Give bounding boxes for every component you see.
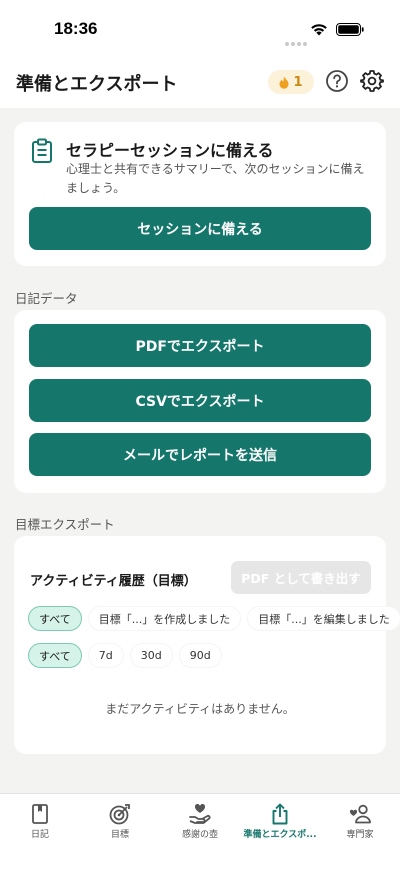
export-pdf-button[interactable]: PDFでエクスポート <box>29 324 371 367</box>
target-icon <box>109 804 130 825</box>
status-time: 18:36 <box>54 19 98 38</box>
heart-hand-icon <box>189 803 211 824</box>
export-csv-button[interactable]: CSVでエクスポート <box>29 379 371 422</box>
goals-section-label: 目標エクスポート <box>15 517 115 532</box>
tab-professionals[interactable]: 専門家 <box>320 794 400 854</box>
help-icon[interactable] <box>325 69 349 93</box>
battery-icon <box>336 23 364 36</box>
people-icon <box>349 804 371 824</box>
export-goals-pdf-button[interactable]: PDF として書き出す <box>231 561 371 594</box>
range-filter-7d[interactable]: 7d <box>87 643 124 668</box>
range-filter-all[interactable]: すべて <box>28 643 82 668</box>
tab-gratitude-jar[interactable]: 感謝の壺 <box>160 794 240 854</box>
streak-count: 1 <box>293 74 303 90</box>
range-filter-90d[interactable]: 90d <box>178 643 222 668</box>
activity-history-title: アクティビティ履歴（目標） <box>30 574 197 589</box>
app-header: 準備とエクスポート 1 <box>0 56 400 108</box>
home-indicator <box>133 855 267 860</box>
email-report-button[interactable]: メールでレポートを送信 <box>29 433 371 476</box>
clipboard-icon <box>32 138 52 163</box>
gear-icon[interactable] <box>360 69 384 93</box>
share-icon <box>272 803 288 825</box>
status-bar: 18:36 <box>0 0 400 56</box>
tab-label: 専門家 <box>346 830 374 840</box>
type-filter-created[interactable]: 目標「...」を作成しました <box>87 606 242 631</box>
type-filter-edited[interactable]: 目標「...」を編集しました <box>247 606 400 631</box>
prepare-session-button[interactable]: セッションに備える <box>29 207 371 250</box>
tab-label: 日記 <box>30 830 49 840</box>
type-filter-row: すべて 目標「...」を作成しました 目標「...」を編集しました <box>28 606 400 631</box>
diary-export-card: PDFでエクスポート CSVでエクスポート メールでレポートを送信 <box>14 310 386 493</box>
wifi-icon <box>311 24 327 36</box>
tab-prep-export[interactable]: 準備とエクスポ... <box>240 794 320 854</box>
session-card-title: セラピーセッションに備える <box>66 141 274 160</box>
session-prep-card: セラピーセッションに備える 心理士と共有できるサマリーで、次のセッションに備えま… <box>14 122 386 266</box>
tab-goals[interactable]: 目標 <box>80 794 160 854</box>
type-filter-all[interactable]: すべて <box>28 606 82 631</box>
signal-dots-icon <box>285 31 309 50</box>
session-card-description: 心理士と共有できるサマリーで、次のセッションに備えましょう。 <box>66 162 365 195</box>
tab-label: 準備とエクスポ... <box>243 830 317 840</box>
goals-export-card: アクティビティ履歴（目標） PDF として書き出す すべて 目標「...」を作成… <box>14 536 400 754</box>
range-filter-30d[interactable]: 30d <box>129 643 173 668</box>
empty-activity-message: まだアクティビティはありません。 <box>105 702 295 716</box>
diary-section-label: 日記データ <box>15 291 78 306</box>
tab-label: 目標 <box>110 830 129 840</box>
tab-label: 感謝の壺 <box>181 830 218 840</box>
page-title: 準備とエクスポート <box>16 74 178 95</box>
book-icon <box>32 804 48 824</box>
tab-diary[interactable]: 日記 <box>0 794 80 854</box>
flame-icon <box>279 76 289 89</box>
range-filter-row: すべて 7d 30d 90d <box>28 643 222 668</box>
streak-badge[interactable]: 1 <box>268 70 314 94</box>
